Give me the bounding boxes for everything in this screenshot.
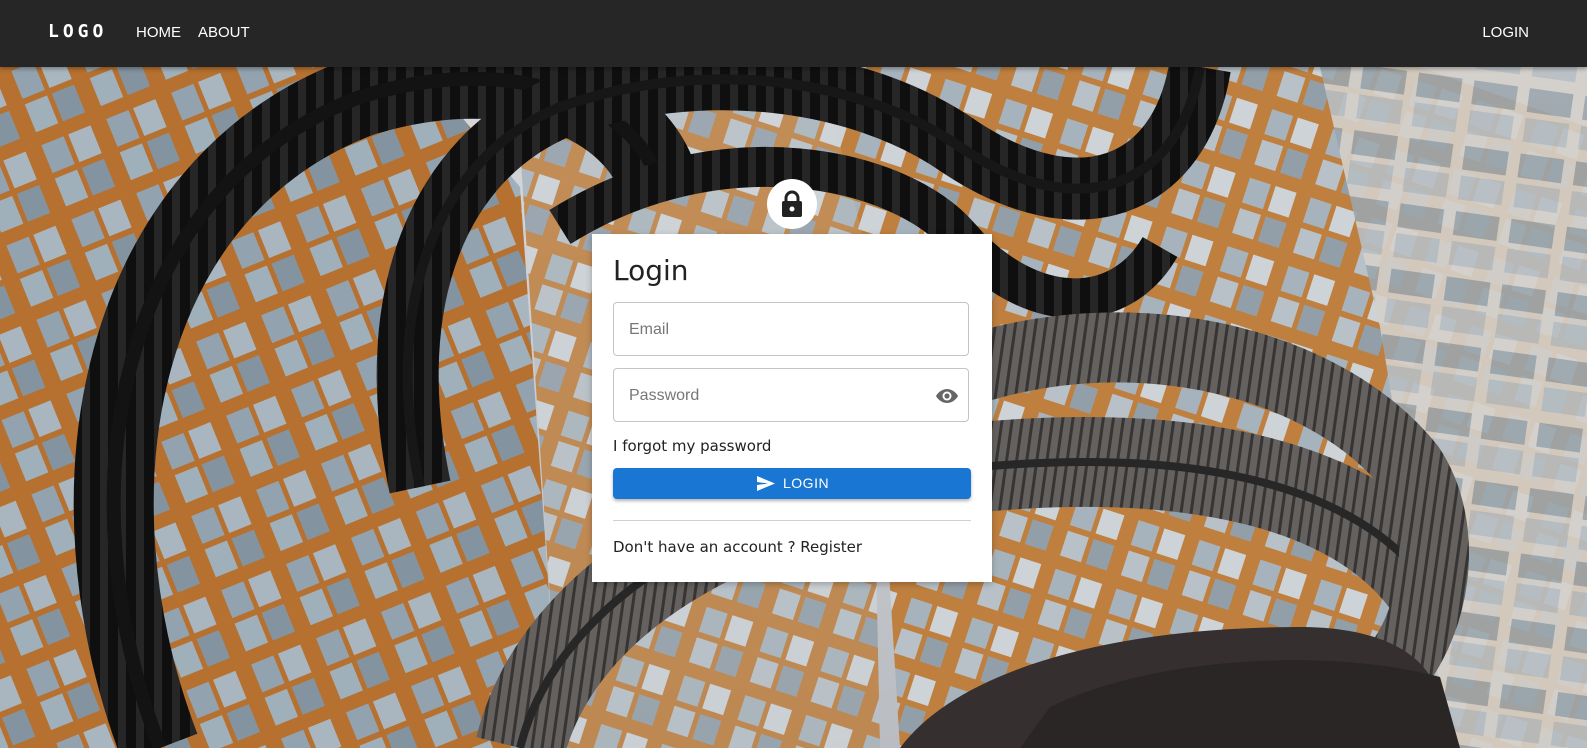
eye-icon[interactable]	[935, 384, 959, 408]
password-field[interactable]	[613, 368, 969, 423]
email-field[interactable]	[613, 302, 969, 357]
logo[interactable]: LOGO	[48, 21, 107, 42]
register-link[interactable]: Don't have an account ? Register	[613, 538, 862, 556]
login-card: Login I forgot my password LOGIN Don't h…	[592, 234, 992, 582]
lock-icon-badge	[767, 179, 817, 229]
password-input[interactable]	[627, 369, 931, 423]
lock-icon	[782, 190, 802, 217]
login-title: Login	[613, 254, 689, 287]
divider	[613, 520, 971, 521]
nav-about-link[interactable]: ABOUT	[198, 24, 250, 41]
login-button[interactable]: LOGIN	[613, 468, 971, 499]
email-input[interactable]	[627, 303, 931, 357]
send-icon	[757, 476, 775, 491]
login-button-label: LOGIN	[783, 475, 830, 491]
forgot-password-link[interactable]: I forgot my password	[613, 437, 771, 455]
nav-login-link[interactable]: LOGIN	[1482, 24, 1529, 41]
top-navbar: LOGO HOME ABOUT LOGIN	[0, 0, 1587, 67]
nav-home-link[interactable]: HOME	[136, 24, 181, 41]
